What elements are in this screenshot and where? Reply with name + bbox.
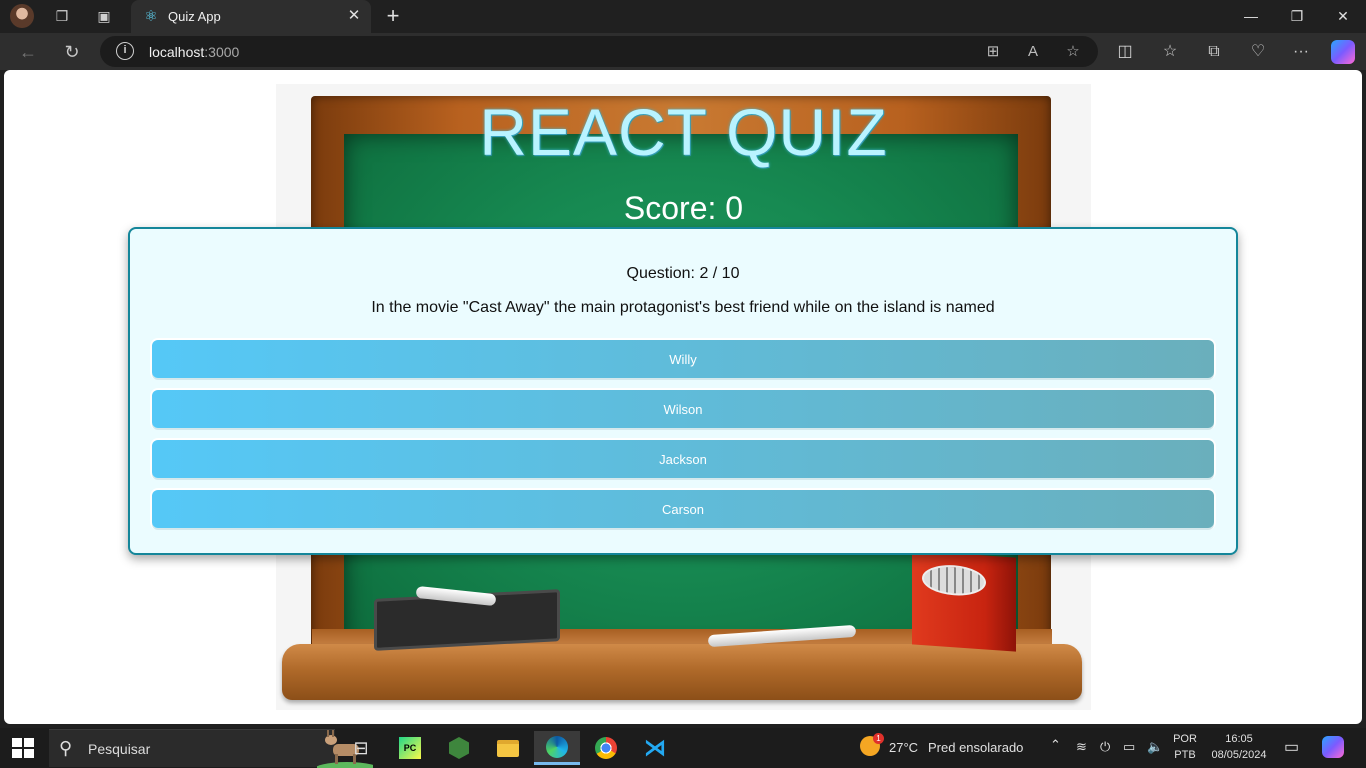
clock-time[interactable]: 16:05 — [1204, 733, 1274, 745]
minimize-button[interactable]: — — [1228, 0, 1274, 33]
notifications-icon[interactable]: ▭ — [1284, 737, 1299, 757]
search-icon: ⚲ — [59, 738, 73, 758]
info-icon[interactable]: i — [116, 42, 134, 60]
pycharm-icon[interactable]: PC — [387, 731, 433, 765]
profile-avatar[interactable] — [10, 4, 34, 28]
answer-button[interactable]: Carson — [152, 490, 1214, 528]
copilot-taskbar-icon[interactable] — [1322, 736, 1344, 758]
weather-icon[interactable]: 1 — [860, 733, 884, 759]
copilot-icon[interactable] — [1331, 40, 1355, 64]
browser-titlebar: ❐ ▣ ⚛ Quiz App ✕ + — ❐ ✕ — [0, 0, 1366, 33]
back-arrow-icon[interactable]: ← — [14, 39, 42, 65]
chalk-box-image — [912, 550, 1016, 652]
more-icon[interactable]: ··· — [1288, 39, 1314, 65]
weather-alert-badge: 1 — [873, 733, 884, 744]
chalk-box-opening — [922, 563, 986, 598]
answer-button[interactable]: Jackson — [152, 440, 1214, 478]
close-window-button[interactable]: ✕ — [1320, 0, 1366, 33]
url-text[interactable]: localhost:3000 — [149, 44, 239, 60]
edge-icon[interactable] — [534, 731, 580, 765]
windows-start-icon[interactable] — [12, 738, 34, 758]
favorites-icon[interactable]: ☆ — [1157, 39, 1183, 65]
power-icon[interactable]: ⏻ — [1100, 739, 1110, 755]
collections-icon[interactable]: ⧉ — [1201, 39, 1227, 65]
language-top[interactable]: POR — [1170, 733, 1200, 745]
file-explorer-icon[interactable] — [485, 731, 531, 765]
tab-quiz-app[interactable]: ⚛ Quiz App ✕ — [131, 0, 371, 33]
search-placeholder: Pesquisar — [88, 741, 151, 757]
vscode-icon[interactable]: ⋊ — [632, 731, 678, 765]
score-display: Score: 0 — [623, 190, 744, 226]
heart-pulse-icon[interactable]: ♡ — [1245, 39, 1271, 65]
tab-actions-icon[interactable]: ▣ — [92, 5, 116, 27]
question-counter: Question: 2 / 10 — [626, 265, 740, 282]
weather-desc[interactable]: Pred ensolarado — [928, 740, 1023, 755]
close-tab-icon[interactable]: ✕ — [345, 7, 363, 25]
task-view-icon[interactable]: ⊟ — [338, 731, 384, 765]
clock-date[interactable]: 08/05/2024 — [1204, 749, 1274, 761]
wifi-icon[interactable]: ≋ — [1076, 739, 1087, 755]
nodejs-icon[interactable] — [436, 731, 482, 765]
chevron-up-icon[interactable]: ⌃ — [1050, 737, 1061, 753]
weather-temp[interactable]: 27°C — [889, 740, 918, 755]
refresh-icon[interactable]: ↻ — [58, 39, 86, 65]
question-card: Question: 2 / 10 In the movie "Cast Away… — [128, 227, 1238, 555]
read-aloud-icon[interactable]: A — [1022, 41, 1044, 63]
answer-button[interactable]: Wilson — [152, 390, 1214, 428]
battery-icon[interactable]: ▭ — [1123, 739, 1135, 755]
question-text: In the movie "Cast Away" the main protag… — [371, 299, 995, 316]
split-screen-icon[interactable]: ◫ — [1112, 39, 1138, 65]
page-viewport: REACT QUIZ Score: 0 Question: 2 / 10 In … — [4, 70, 1362, 724]
url-host: localhost — [149, 44, 205, 60]
windows-taskbar: ⚲ Pesquisar ⊟ PC ⋊ 1 27°C Pred ensolarad… — [0, 728, 1366, 768]
browser-toolbar: ← ↻ i localhost:3000 ⊞ A ☆ ◫ ☆ ⧉ ♡ ··· — [0, 33, 1366, 70]
quiz-title: REACT QUIZ — [479, 95, 888, 169]
app-icon[interactable]: ⊞ — [982, 41, 1004, 63]
chrome-icon[interactable] — [583, 731, 629, 765]
address-bar[interactable]: i localhost:3000 ⊞ A ☆ — [100, 36, 1098, 67]
answer-button[interactable]: Willy — [152, 340, 1214, 378]
workspaces-icon[interactable]: ❐ — [50, 5, 74, 27]
taskbar-search[interactable]: ⚲ Pesquisar — [49, 729, 373, 768]
language-bottom[interactable]: PTB — [1170, 749, 1200, 761]
url-port: :3000 — [204, 44, 240, 60]
restore-button[interactable]: ❐ — [1274, 0, 1320, 33]
new-tab-icon[interactable]: + — [380, 4, 406, 28]
chalk-ledge — [282, 644, 1082, 700]
star-icon[interactable]: ☆ — [1062, 41, 1084, 63]
volume-icon[interactable]: 🔈 — [1147, 739, 1163, 755]
react-icon: ⚛ — [144, 8, 158, 25]
tab-title: Quiz App — [168, 9, 221, 24]
